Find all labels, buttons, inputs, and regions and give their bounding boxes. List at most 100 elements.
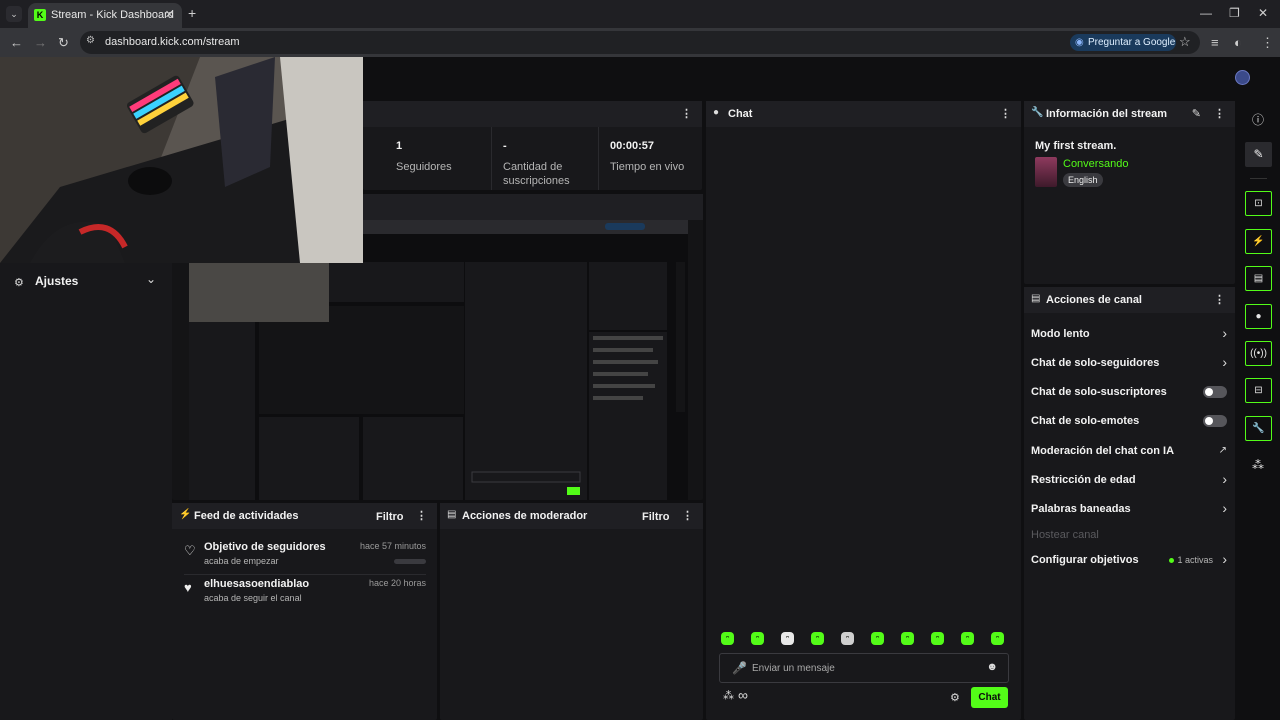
restore-icon[interactable]: ❐ — [1229, 6, 1240, 20]
layout-widget-icon[interactable]: ⊟ — [1245, 378, 1272, 403]
broadcast-icon[interactable]: ((•)) — [1245, 341, 1272, 366]
emote-icon[interactable]: ᵔ — [961, 632, 974, 645]
reload-icon[interactable]: ↻ — [58, 35, 69, 51]
close-window-icon[interactable]: ✕ — [1258, 6, 1268, 20]
infinity-icon[interactable]: ∞ — [738, 687, 748, 703]
action-followers-only[interactable]: Chat de solo-seguidores › — [1031, 354, 1227, 374]
emote-icon[interactable]: ᵔ — [901, 632, 914, 645]
feed-item-title: elhuesasoendiablao — [204, 578, 310, 590]
stream-info-panel: 🔧 Información del stream ✎ ⋮ My first st… — [1024, 101, 1235, 284]
emote-icon[interactable]: ᵔ — [721, 632, 734, 645]
emote-icon[interactable]: ᵔ — [811, 632, 824, 645]
chat-message-box: 🎤 ☻ — [719, 653, 1009, 683]
subscribers-only-toggle[interactable] — [1203, 386, 1227, 398]
feed-menu-icon[interactable]: ⋮ — [416, 509, 427, 522]
user-avatar[interactable] — [1235, 70, 1250, 85]
ask-google-button[interactable]: ◉ Preguntar a Google — [1070, 34, 1176, 51]
mod-actions-header: ▤ Acciones de moderador Filtro ⋮ — [440, 503, 703, 529]
goal-progress-bar — [394, 559, 426, 564]
community-icon[interactable]: ⁂ — [723, 689, 734, 702]
action-age-restriction[interactable]: Restricción de edad › — [1031, 471, 1227, 491]
browser-menu-icon[interactable]: ⋮ — [1261, 35, 1274, 51]
chat-bubble-icon: ● — [713, 107, 720, 118]
chevron-down-icon[interactable]: ⌄ — [146, 272, 156, 286]
forward-icon[interactable]: → — [34, 35, 47, 50]
emote-icon[interactable]: ᵔ — [781, 632, 794, 645]
list-icon: ▤ — [1031, 293, 1041, 304]
feed-item: ♥ elhuesasoendiablao acaba de seguir el … — [184, 578, 426, 612]
emote-icon[interactable]: ᵔ — [751, 632, 764, 645]
back-icon[interactable]: ← — [10, 35, 23, 50]
ask-google-label: Preguntar a Google — [1088, 37, 1176, 48]
emote-icon[interactable]: ᵔ — [991, 632, 1004, 645]
action-emotes-only: Chat de solo-emotes — [1031, 412, 1227, 432]
stats-menu-icon[interactable]: ⋮ — [681, 107, 692, 120]
camera-focus-icon[interactable]: ⊡ — [1245, 191, 1272, 216]
chat-panel: ● Chat ⋮ — [706, 101, 1021, 720]
site-info-icon[interactable]: ⚙ — [86, 35, 95, 46]
action-banned-words[interactable]: Palabras baneadas › — [1031, 500, 1227, 520]
chat-input[interactable] — [752, 660, 972, 677]
channel-actions-menu-icon[interactable]: ⋮ — [1214, 293, 1225, 306]
stream-info-title: Información del stream — [1046, 108, 1168, 120]
action-subscribers-only: Chat de solo-suscriptores — [1031, 383, 1227, 403]
quick-actions-icon[interactable]: ⚡ — [1245, 229, 1272, 254]
emote-icon[interactable]: ᵔ — [931, 632, 944, 645]
chat-header: ● Chat ⋮ — [706, 101, 1021, 127]
heart-outline-icon: ♡ — [184, 543, 196, 558]
mod-filter-button[interactable]: Filtro — [642, 511, 670, 523]
chat-widget-icon[interactable]: ● — [1245, 304, 1272, 329]
google-lens-icon: ◉ — [1075, 37, 1084, 48]
stream-info-menu-icon[interactable]: ⋮ — [1214, 107, 1225, 120]
action-ai-moderation[interactable]: Moderación del chat con IA ↗ — [1031, 442, 1227, 462]
stat-label: Tiempo en vivo — [610, 161, 685, 173]
stream-category-link[interactable]: Conversando — [1063, 158, 1128, 170]
feed-item: ♡ Objetivo de seguidores acaba de empeza… — [184, 541, 426, 575]
stat-label: Seguidores — [396, 161, 452, 173]
webcam-overlay — [0, 57, 363, 263]
stat-subscriptions: - Cantidad de suscripciones — [491, 127, 597, 190]
send-chat-button[interactable]: Chat — [971, 687, 1008, 708]
lightning-icon: ⚡ — [179, 509, 192, 520]
extension-icon[interactable]: ◐ — [1234, 35, 1242, 50]
channel-actions-panel: ▤ Acciones de canal ⋮ Modo lento › Chat … — [1024, 287, 1235, 720]
new-tab-icon[interactable]: + — [188, 5, 196, 21]
stat-label: Cantidad de suscripciones — [503, 161, 570, 187]
mod-log-icon[interactable]: ▤ — [1245, 266, 1272, 291]
action-configure-goals[interactable]: Configurar objetivos 1 activas › — [1031, 551, 1227, 571]
reading-list-icon[interactable]: ≡ — [1211, 35, 1219, 50]
goals-active-count: 1 activas — [1177, 555, 1213, 565]
address-bar[interactable]: ⚙ dashboard.kick.com/stream ◉ Preguntar … — [80, 31, 1200, 54]
microphone-icon[interactable]: 🎤 — [732, 661, 747, 675]
chat-menu-icon[interactable]: ⋮ — [1000, 107, 1011, 120]
tools-wrench-icon[interactable]: 🔧 — [1245, 416, 1272, 441]
community-rail-icon[interactable]: ⁂ — [1252, 458, 1264, 472]
stat-value: 1 — [396, 140, 403, 152]
emote-icon[interactable]: ᵔ — [871, 632, 884, 645]
edit-pencil-icon[interactable]: ✎ — [1192, 107, 1201, 120]
tab-search-icon[interactable]: ⌄ — [6, 6, 22, 22]
chat-settings-icon[interactable]: ⚙ — [950, 691, 960, 704]
action-slow-mode[interactable]: Modo lento › — [1031, 325, 1227, 345]
emoji-picker-icon[interactable]: ☻ — [986, 661, 998, 673]
feed-item-time: hace 20 horas — [368, 578, 426, 588]
browser-tab[interactable]: K Stream - Kick Dashboard ✕ — [28, 3, 182, 28]
close-tab-icon[interactable]: ✕ — [165, 8, 174, 21]
mod-menu-icon[interactable]: ⋮ — [682, 509, 693, 522]
kick-favicon-icon: K — [34, 9, 46, 21]
info-icon[interactable]: ⓘ — [1252, 111, 1264, 128]
minimize-icon[interactable]: — — [1200, 6, 1212, 20]
activity-feed-header: ⚡ Feed de actividades Filtro ⋮ — [172, 503, 437, 529]
browser-tab-bar: ⌄ K Stream - Kick Dashboard ✕ + — ❐ ✕ — [0, 0, 1280, 28]
action-label: Restricción de edad — [1031, 474, 1136, 486]
emotes-only-toggle[interactable] — [1203, 415, 1227, 427]
action-label: Moderación del chat con IA — [1031, 445, 1175, 457]
feed-item-title: Objetivo de seguidores — [204, 541, 326, 553]
emote-icon[interactable]: ᵔ — [841, 632, 854, 645]
action-label: Chat de solo-emotes — [1031, 415, 1140, 427]
bookmark-star-icon[interactable]: ☆ — [1179, 34, 1191, 50]
edit-layout-icon[interactable]: ✎ — [1245, 142, 1272, 167]
feed-filter-button[interactable]: Filtro — [376, 511, 404, 523]
dashboard-page: ⋮ 1 Seguidores - Cantidad de suscripcion… — [0, 57, 1280, 720]
chevron-right-icon: › — [1222, 551, 1227, 567]
